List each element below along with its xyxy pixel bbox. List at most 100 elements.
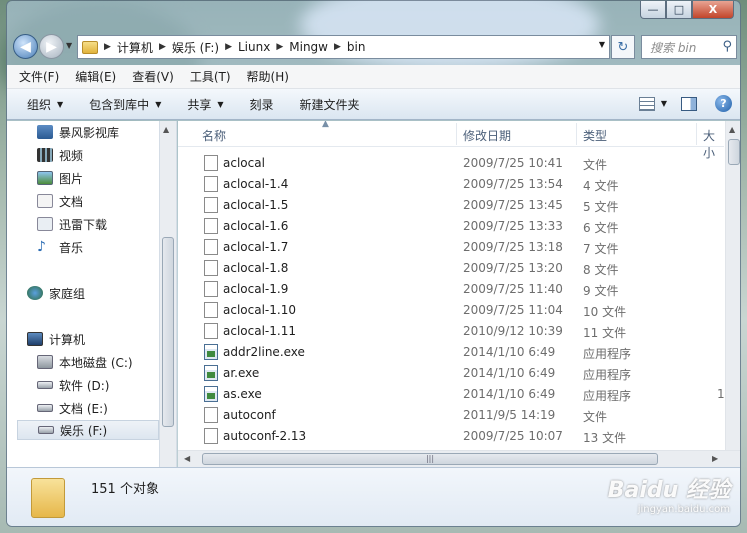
forward-arrow-icon[interactable]: ▶ xyxy=(39,34,64,59)
horizontal-scrollbar[interactable]: ◀ ||| ▶ xyxy=(178,450,740,467)
sidebar-scrollbar[interactable]: ▲ xyxy=(159,121,176,467)
application-file-icon xyxy=(204,365,218,381)
sidebar-item-computer[interactable]: 计算机 xyxy=(27,329,85,349)
scroll-up-icon[interactable]: ▲ xyxy=(163,125,169,134)
sidebar-item-baofeng[interactable]: 暴风影视库 xyxy=(37,122,119,142)
breadcrumb-bin[interactable]: bin xyxy=(347,40,366,54)
generic-file-icon xyxy=(204,323,218,339)
table-row[interactable]: aclocal-1.8 2009/7/25 13:20 8 文件 xyxy=(178,258,724,279)
table-row[interactable]: aclocal-1.6 2009/7/25 13:33 6 文件 xyxy=(178,216,724,237)
maximize-button[interactable]: □ xyxy=(666,1,692,19)
video-library-icon xyxy=(37,125,53,139)
new-folder-button[interactable]: 新建文件夹 xyxy=(300,96,360,113)
chevron-right-icon[interactable]: ▶ xyxy=(334,42,341,52)
back-arrow-icon[interactable]: ◀ xyxy=(13,34,38,59)
menu-file[interactable]: 文件(F) xyxy=(19,68,59,85)
breadcrumb-drive[interactable]: 娱乐 (F:) xyxy=(172,39,219,56)
vertical-scrollbar[interactable]: ▲ xyxy=(725,121,740,450)
column-divider[interactable] xyxy=(576,123,577,145)
chevron-down-icon: ▼ xyxy=(217,99,224,109)
table-row[interactable]: ar.exe 2014/1/10 6:49 应用程序 xyxy=(178,363,724,384)
chevron-down-icon[interactable]: ▼ xyxy=(661,99,667,108)
preview-pane-icon[interactable] xyxy=(681,96,697,111)
chevron-right-icon[interactable]: ▶ xyxy=(225,42,232,52)
menu-tools[interactable]: 工具(T) xyxy=(190,68,231,85)
sidebar-item-music[interactable]: ♪ 音乐 xyxy=(37,237,83,257)
chevron-right-icon[interactable]: ▶ xyxy=(276,42,283,52)
file-date: 2011/9/5 14:19 xyxy=(463,408,556,422)
file-date: 2009/7/25 11:04 xyxy=(463,303,563,317)
help-icon[interactable]: ? xyxy=(715,95,732,112)
table-row[interactable]: aclocal 2009/7/25 10:41 文件 xyxy=(178,153,724,174)
file-name: aclocal-1.7 xyxy=(223,240,289,254)
breadcrumb-computer[interactable]: 计算机 xyxy=(117,39,153,56)
share-button[interactable]: 共享 ▼ xyxy=(187,96,223,113)
close-button[interactable]: X xyxy=(692,1,734,19)
file-type: 应用程序 xyxy=(583,368,632,382)
scrollbar-thumb[interactable] xyxy=(162,237,174,427)
address-bar[interactable]: ▶ 计算机 ▶ 娱乐 (F:) ▶ Liunx ▶ Mingw ▶ bin ▼ xyxy=(77,35,610,59)
sidebar-item-drive-f[interactable]: 娱乐 (F:) xyxy=(17,420,159,440)
file-date: 2009/7/25 13:20 xyxy=(463,261,563,275)
organize-button[interactable]: 组织 ▼ xyxy=(27,96,63,113)
table-row[interactable]: autoconf-2.13 2009/7/25 10:07 13 文件 xyxy=(178,426,724,447)
sidebar-item-pictures[interactable]: 图片 xyxy=(37,168,83,188)
chevron-right-icon[interactable]: ▶ xyxy=(104,42,111,52)
navigation-pane: 暴风影视库 视频 图片 文档 迅雷下载 ♪ 音乐 家庭组 计算机 本地磁盘 (C:… xyxy=(7,121,177,467)
file-type: 9 文件 xyxy=(583,284,619,298)
chevron-right-icon[interactable]: ▶ xyxy=(159,42,166,52)
sidebar-item-documents[interactable]: 文档 xyxy=(37,191,83,211)
table-row[interactable]: aclocal-1.10 2009/7/25 11:04 10 文件 xyxy=(178,300,724,321)
table-row[interactable]: aclocal-1.9 2009/7/25 11:40 9 文件 xyxy=(178,279,724,300)
sidebar-item-label: 视频 xyxy=(59,148,84,163)
include-in-library-button[interactable]: 包含到库中 ▼ xyxy=(89,96,161,113)
file-name: aclocal-1.6 xyxy=(223,219,289,233)
column-divider[interactable] xyxy=(456,123,457,145)
scrollbar-thumb[interactable]: ||| xyxy=(202,453,658,465)
menu-view[interactable]: 查看(V) xyxy=(132,68,174,85)
sidebar-item-drive-e[interactable]: 文档 (E:) xyxy=(37,398,108,418)
column-type[interactable]: 类型 xyxy=(583,127,607,144)
column-divider[interactable] xyxy=(696,123,697,145)
minimize-button[interactable]: — xyxy=(640,1,666,19)
recent-pages-dropdown-icon[interactable]: ▼ xyxy=(66,41,72,50)
sidebar-item-drive-d[interactable]: 软件 (D:) xyxy=(37,375,109,395)
sidebar-item-homegroup[interactable]: 家庭组 xyxy=(27,283,85,303)
scroll-up-icon[interactable]: ▲ xyxy=(729,125,735,134)
drive-icon xyxy=(37,381,53,389)
file-type: 应用程序 xyxy=(583,389,632,403)
column-date[interactable]: 修改日期 xyxy=(463,127,511,144)
sidebar-item-videos[interactable]: 视频 xyxy=(37,145,83,165)
sidebar-item-label: 暴风影视库 xyxy=(59,125,120,140)
table-row[interactable]: addr2line.exe 2014/1/10 6:49 应用程序 xyxy=(178,342,724,363)
breadcrumb-liunx[interactable]: Liunx xyxy=(238,40,270,54)
include-in-library-label: 包含到库中 xyxy=(89,97,150,112)
refresh-icon[interactable]: ↻ xyxy=(611,35,635,59)
table-row[interactable]: aclocal-1.11 2010/9/12 10:39 11 文件 xyxy=(178,321,724,342)
sidebar-item-drive-c[interactable]: 本地磁盘 (C:) xyxy=(37,352,133,372)
scrollbar-thumb[interactable] xyxy=(728,139,740,165)
scroll-left-icon[interactable]: ◀ xyxy=(184,454,190,463)
search-icon[interactable]: ⚲ xyxy=(722,39,732,54)
sidebar-item-xunlei[interactable]: 迅雷下载 xyxy=(37,214,107,234)
table-row[interactable]: as.exe 2014/1/10 6:49 应用程序 1, xyxy=(178,384,728,405)
burn-button[interactable]: 刻录 xyxy=(250,96,274,113)
search-placeholder: 搜索 bin xyxy=(650,40,697,55)
file-name: aclocal-1.9 xyxy=(223,282,289,296)
view-options-icon[interactable] xyxy=(638,96,655,111)
search-input[interactable]: 搜索 bin ⚲ xyxy=(641,35,737,59)
table-row[interactable]: aclocal-1.4 2009/7/25 13:54 4 文件 xyxy=(178,174,724,195)
table-row[interactable]: aclocal-1.5 2009/7/25 13:45 5 文件 xyxy=(178,195,724,216)
breadcrumb-mingw[interactable]: Mingw xyxy=(289,40,328,54)
menu-bar: 文件(F) 编辑(E) 查看(V) 工具(T) 帮助(H) xyxy=(7,65,740,89)
table-row[interactable]: autoconf 2011/9/5 14:19 文件 xyxy=(178,405,724,426)
music-note-icon: ♪ xyxy=(37,239,46,255)
menu-edit[interactable]: 编辑(E) xyxy=(75,68,116,85)
chevron-down-icon: ▼ xyxy=(57,99,64,109)
scroll-right-icon[interactable]: ▶ xyxy=(712,454,718,463)
menu-help[interactable]: 帮助(H) xyxy=(247,68,289,85)
address-dropdown-icon[interactable]: ▼ xyxy=(599,40,605,49)
table-row[interactable]: aclocal-1.7 2009/7/25 13:18 7 文件 xyxy=(178,237,724,258)
generic-file-icon xyxy=(204,155,218,171)
column-name[interactable]: 名称 xyxy=(202,127,226,144)
